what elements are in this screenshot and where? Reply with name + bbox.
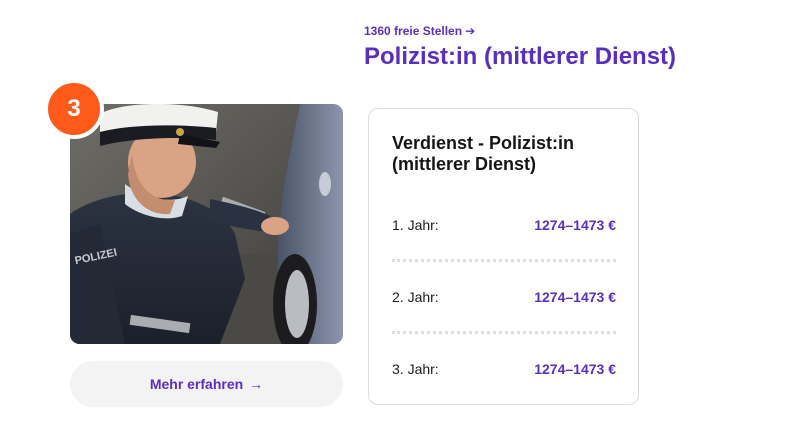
arrow-right-icon: → xyxy=(249,376,264,392)
salary-row-value: 1274–1473 € xyxy=(534,361,616,377)
police-officer-image: POLIZEI xyxy=(70,104,343,344)
more-info-button[interactable]: Mehr erfahren → xyxy=(70,361,343,407)
salary-row-value: 1274–1473 € xyxy=(534,217,616,233)
row-divider xyxy=(392,259,616,262)
more-info-label: Mehr erfahren xyxy=(149,376,244,392)
open-positions-link[interactable]: 1360 freie Stellen ➔ xyxy=(364,24,475,38)
salary-row-year-3: 3. Jahr: 1274–1473 € xyxy=(392,361,616,377)
salary-row-year-1: 1. Jahr: 1274–1473 € xyxy=(392,217,616,233)
salary-row-label: 1. Jahr: xyxy=(392,217,439,233)
salary-row-label: 2. Jahr: xyxy=(392,289,439,305)
job-title: Polizist:in (mittlerer Dienst) xyxy=(364,43,677,70)
arrow-right-icon: ➔ xyxy=(465,24,476,38)
salary-card-title: Verdienst - Polizist:in (mittlerer Diens… xyxy=(392,133,575,174)
step-number: 3 xyxy=(67,95,81,122)
step-number-badge: 3 xyxy=(44,79,104,139)
salary-row-year-2: 2. Jahr: 1274–1473 € xyxy=(392,289,616,305)
row-divider xyxy=(392,331,616,334)
salary-card: Verdienst - Polizist:in (mittlerer Diens… xyxy=(368,108,639,405)
salary-row-label: 3. Jahr: xyxy=(392,361,439,377)
open-positions-label: 1360 freie Stellen xyxy=(364,24,463,38)
salary-row-value: 1274–1473 € xyxy=(534,289,616,305)
job-photo: POLIZEI xyxy=(70,104,343,344)
